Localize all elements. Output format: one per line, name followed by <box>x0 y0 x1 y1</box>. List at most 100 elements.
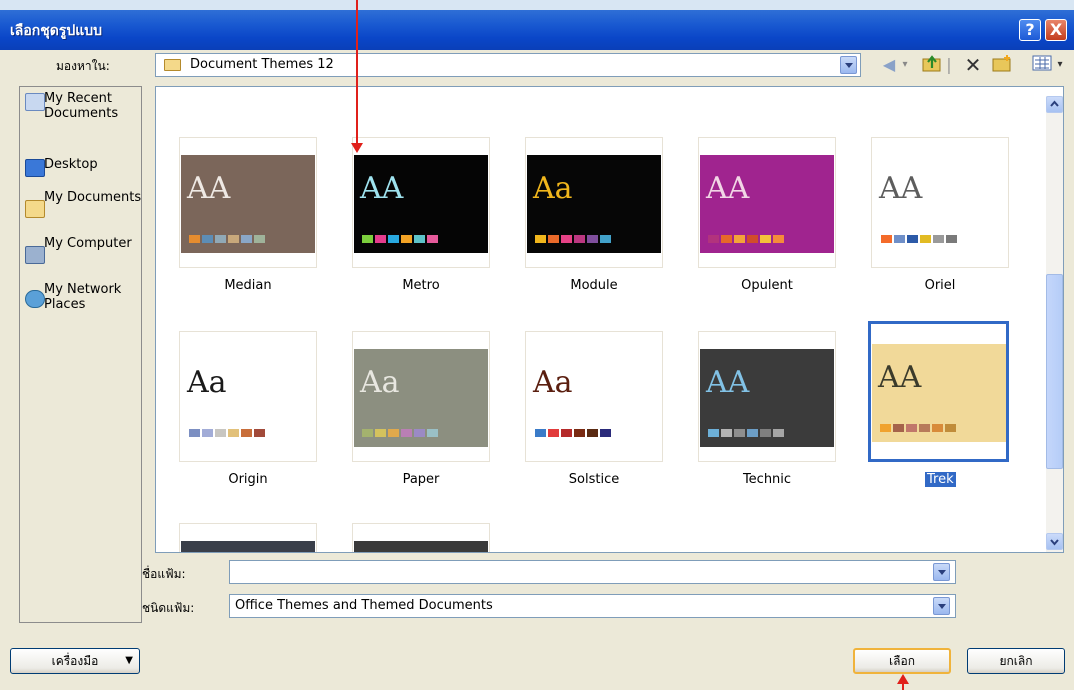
theme-preview: Aa <box>527 155 661 253</box>
look-in-dropdown[interactable]: Document Themes 12 <box>155 53 861 77</box>
theme-color-swatches <box>362 429 438 437</box>
theme-name-paper[interactable]: Paper <box>352 472 490 487</box>
color-swatch <box>933 235 944 243</box>
delete-icon[interactable]: ✕ <box>962 54 984 76</box>
place-my-documents[interactable]: My Documents <box>20 190 143 224</box>
place-my-recent-documents[interactable]: My Recent Documents <box>20 91 143 125</box>
theme-preview: AA <box>700 349 834 447</box>
close-button[interactable]: X <box>1045 19 1067 41</box>
color-swatch <box>362 429 373 437</box>
color-swatch <box>919 424 930 432</box>
color-swatch <box>401 429 412 437</box>
color-swatch <box>708 429 719 437</box>
theme-name-metro[interactable]: Metro <box>352 278 490 293</box>
color-swatch <box>747 429 758 437</box>
color-swatch <box>894 235 905 243</box>
color-swatch <box>388 235 399 243</box>
theme-name-module[interactable]: Module <box>525 278 663 293</box>
theme-preview: Aa <box>181 349 315 447</box>
theme-color-swatches <box>189 235 265 243</box>
color-swatch <box>228 429 239 437</box>
scroll-down-button[interactable] <box>1046 533 1063 550</box>
folder-icon <box>164 59 181 71</box>
theme-name-opulent[interactable]: Opulent <box>698 278 836 293</box>
theme-thumbnail-solstice[interactable]: Aa <box>525 331 663 462</box>
scroll-thumb[interactable] <box>1046 274 1063 469</box>
color-swatch <box>202 235 213 243</box>
theme-thumbnail-partial[interactable] <box>352 523 490 552</box>
color-swatch <box>945 424 956 432</box>
color-swatch <box>241 429 252 437</box>
filetype-value: Office Themes and Themed Documents <box>235 598 493 613</box>
place-my-computer[interactable]: My Computer <box>20 236 143 270</box>
back-icon[interactable]: ◀ <box>880 54 898 76</box>
color-swatch <box>773 429 784 437</box>
theme-name-origin[interactable]: Origin <box>179 472 317 487</box>
theme-color-swatches <box>881 235 957 243</box>
theme-sample-text: Aa <box>187 365 227 400</box>
filename-dropdown-arrow[interactable] <box>933 563 950 581</box>
help-button[interactable]: ? <box>1019 19 1041 41</box>
my-computer-icon <box>25 246 45 264</box>
theme-preview: AA <box>872 344 1006 442</box>
theme-color-swatches <box>189 429 265 437</box>
cancel-button[interactable]: ยกเลิก <box>967 648 1065 674</box>
color-swatch <box>189 429 200 437</box>
theme-color-swatches <box>535 429 611 437</box>
theme-name-solstice[interactable]: Solstice <box>525 472 663 487</box>
color-swatch <box>548 429 559 437</box>
color-swatch <box>587 235 598 243</box>
back-dropdown-icon[interactable]: ▾ <box>900 54 910 76</box>
look-in-dropdown-arrow[interactable] <box>840 56 857 74</box>
theme-sample-text: Aa <box>360 365 400 400</box>
color-swatch <box>215 429 226 437</box>
color-swatch <box>760 429 771 437</box>
theme-color-swatches <box>708 429 784 437</box>
scroll-up-button[interactable] <box>1046 96 1063 113</box>
theme-thumbnail-paper[interactable]: Aa <box>352 331 490 462</box>
theme-thumbnail-technic[interactable]: AA <box>698 331 836 462</box>
color-swatch <box>535 429 546 437</box>
color-swatch <box>574 235 585 243</box>
annotation-arrow-head-top <box>351 143 363 153</box>
theme-thumbnail-metro[interactable]: AA <box>352 137 490 268</box>
color-swatch <box>920 235 931 243</box>
theme-thumbnail-median[interactable]: AA <box>179 137 317 268</box>
color-swatch <box>773 235 784 243</box>
theme-thumbnail-opulent[interactable]: AA <box>698 137 836 268</box>
vertical-scrollbar[interactable] <box>1046 96 1063 552</box>
color-swatch <box>414 429 425 437</box>
filetype-select[interactable]: Office Themes and Themed Documents <box>229 594 956 618</box>
theme-name-median[interactable]: Median <box>179 278 317 293</box>
theme-thumbnail-module[interactable]: Aa <box>525 137 663 268</box>
theme-name-oriel[interactable]: Oriel <box>871 278 1009 293</box>
views-dropdown-icon[interactable]: ▾ <box>1055 54 1065 76</box>
place-desktop[interactable]: Desktop <box>20 157 143 177</box>
filename-input[interactable] <box>229 560 956 584</box>
look-in-value: Document Themes 12 <box>190 57 334 72</box>
color-swatch <box>893 424 904 432</box>
views-icon[interactable] <box>1031 54 1053 76</box>
theme-name-technic[interactable]: Technic <box>698 472 836 487</box>
chevron-down-icon: ▼ <box>125 655 133 666</box>
new-folder-icon[interactable] <box>991 54 1013 76</box>
theme-thumbnail-oriel[interactable]: AA <box>871 137 1009 268</box>
tools-button[interactable]: เครื่องมือ ▼ <box>10 648 140 674</box>
theme-color-swatches <box>708 235 784 243</box>
ok-button[interactable]: เลือก <box>853 648 951 674</box>
theme-thumbnail-trek[interactable]: AA <box>868 321 1009 462</box>
up-folder-icon[interactable] <box>921 54 943 76</box>
color-swatch <box>362 235 373 243</box>
theme-name-trek[interactable]: Trek <box>925 472 956 487</box>
my-documents-icon <box>25 200 45 218</box>
theme-thumbnail-partial[interactable] <box>179 523 317 552</box>
color-swatch <box>548 235 559 243</box>
network-places-icon <box>25 290 45 308</box>
look-in-label: มองหาใน: <box>56 59 110 73</box>
filetype-dropdown-arrow[interactable] <box>933 597 950 615</box>
theme-thumbnail-origin[interactable]: Aa <box>179 331 317 462</box>
theme-sample-text: Aa <box>533 365 573 400</box>
place-my-network-places[interactable]: My Network Places <box>20 282 143 316</box>
title-bar: เลือกชุดรูปแบบ ? X <box>0 10 1074 50</box>
color-swatch <box>907 235 918 243</box>
